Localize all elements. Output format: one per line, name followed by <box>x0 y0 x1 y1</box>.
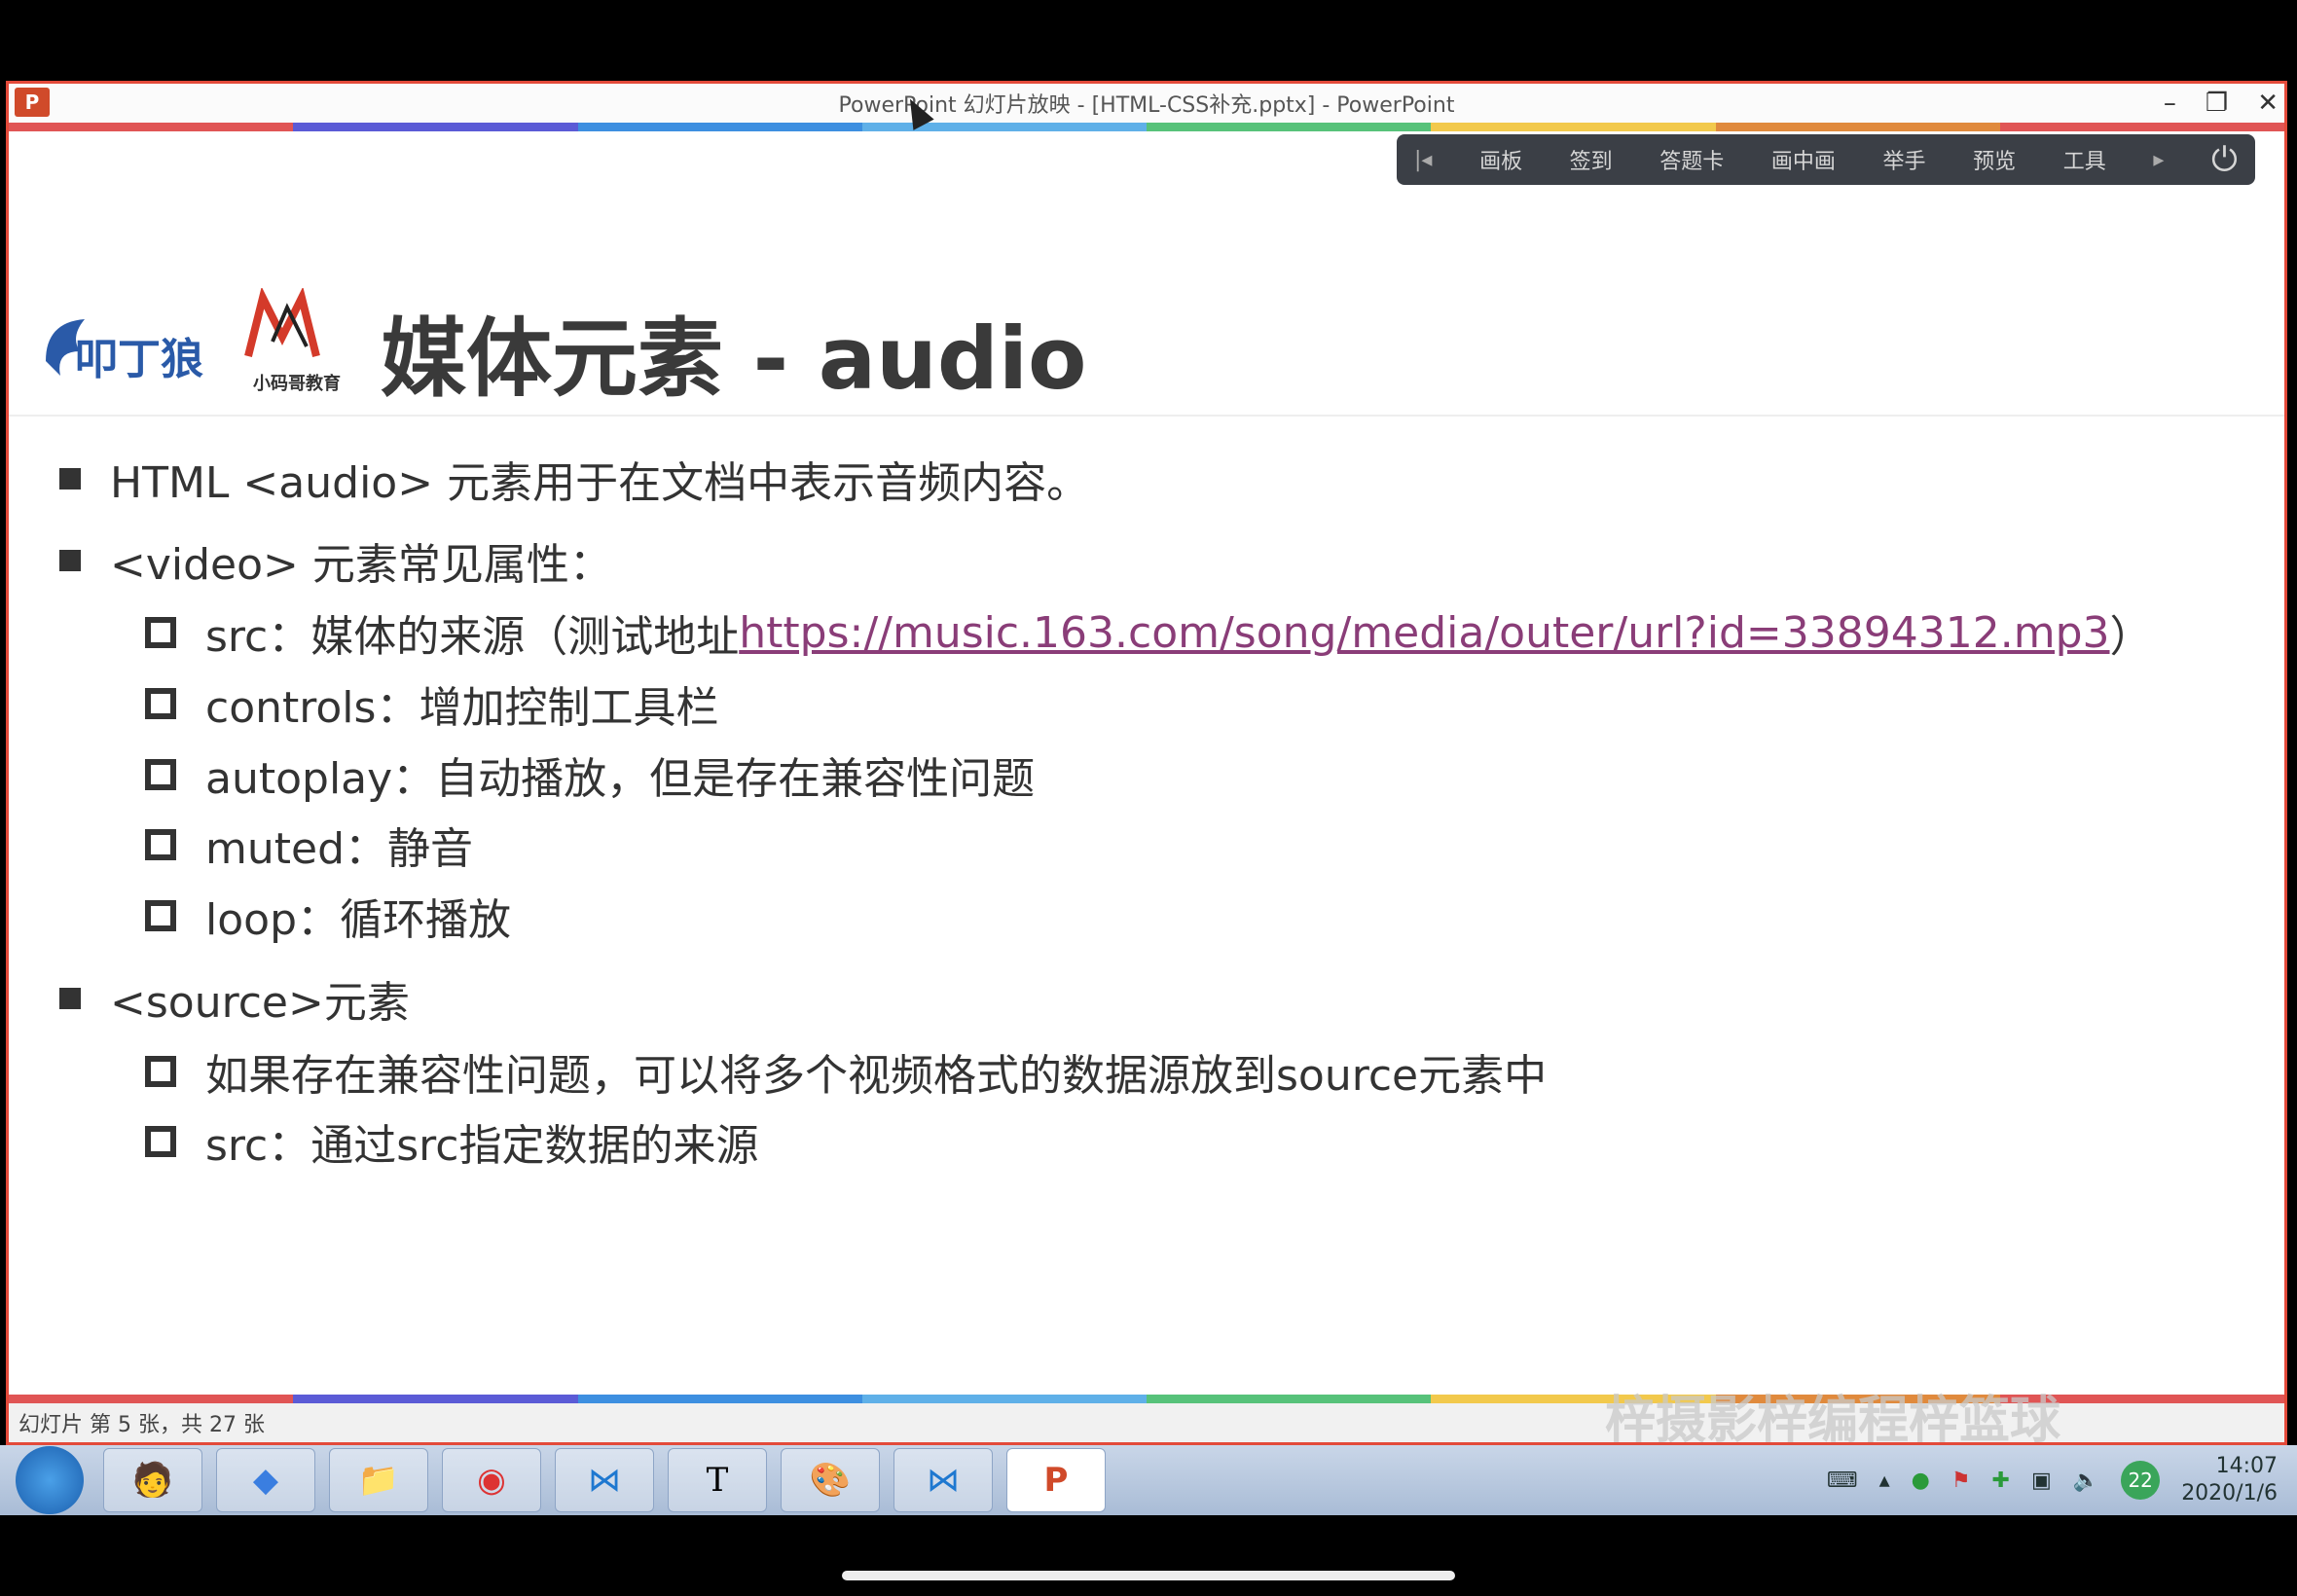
file-explorer-icon[interactable]: 📁 <box>329 1448 428 1512</box>
powerpoint-window: P PowerPoint 幻灯片放映 - [HTML-CSS补充.pptx] -… <box>6 81 2287 1445</box>
sub-bullet-controls: controls：增加控制工具栏 <box>145 672 718 735</box>
powerpoint-app-icon[interactable]: P <box>15 88 50 117</box>
bullet-text: HTML <audio> 元素用于在文档中表示音频内容。 <box>110 458 1090 508</box>
title-bar: P PowerPoint 幻灯片放映 - [HTML-CSS补充.pptx] -… <box>9 84 2284 123</box>
sub-bullet-text: 如果存在兼容性问题，可以将多个视频格式的数据源放到source元素中 <box>205 1051 1548 1101</box>
hollow-square-icon <box>145 1056 176 1087</box>
toolbar-item-answer-card[interactable]: 答题卡 <box>1659 144 1724 175</box>
toolbar-item-board[interactable]: 画板 <box>1479 144 1522 175</box>
hollow-square-icon <box>145 688 176 719</box>
sub-bullet-suffix: ） <box>2109 612 2153 662</box>
paint-icon[interactable]: 🎨 <box>781 1448 880 1512</box>
bullet-text: <source>元素 <box>110 978 410 1028</box>
taskbar: 🧑 ◆ 📁 ◉ ⋈ T 🎨 ⋈ P ⌨ ▴ ● ⚑ ✚ ▣ 🔈 22 14:07… <box>0 1445 2297 1515</box>
clock-time: 14:07 <box>2215 1454 2278 1478</box>
chrome-icon[interactable]: ◉ <box>442 1448 541 1512</box>
windows-start-button[interactable] <box>16 1446 84 1514</box>
typora-icon[interactable]: T <box>668 1448 767 1512</box>
toolbar-item-pip[interactable]: 画中画 <box>1771 144 1836 175</box>
user-avatar-icon[interactable]: 🧑 <box>103 1448 202 1512</box>
slide-title: 媒体元素 - audio <box>381 308 1087 409</box>
network-green-icon[interactable]: ● <box>1912 1469 1930 1493</box>
sub-bullet-text: controls：增加控制工具栏 <box>205 683 719 733</box>
close-button[interactable]: ✕ <box>2257 89 2279 118</box>
powerpoint-icon[interactable]: P <box>1006 1448 1106 1512</box>
svg-text:叩丁狼: 叩丁狼 <box>75 335 203 384</box>
bullet-square-icon <box>59 988 81 1009</box>
restore-button[interactable]: ❐ <box>2206 89 2228 118</box>
hollow-square-icon <box>145 617 176 648</box>
vscode-2-icon[interactable]: ⋈ <box>893 1448 993 1512</box>
display-icon[interactable]: ▣ <box>2031 1469 2052 1493</box>
company-logo: 叩丁狼 <box>46 319 203 384</box>
toolbar-item-checkin[interactable]: 签到 <box>1570 144 1613 175</box>
plus-icon[interactable]: ✚ <box>1992 1469 2010 1493</box>
hollow-square-icon <box>145 759 176 790</box>
power-icon[interactable]: ⏻ <box>2211 140 2238 179</box>
hollow-square-icon <box>145 1126 176 1157</box>
sub-bullet-prefix: src：媒体的来源（测试地址 <box>205 612 740 662</box>
sub-bullet-text: autoplay：自动播放，但是存在兼容性问题 <box>205 754 1036 804</box>
bullet-source: <source>元素 <box>59 967 410 1030</box>
top-color-strip <box>9 123 2284 131</box>
app-launcher-icon[interactable]: ◆ <box>216 1448 315 1512</box>
keyboard-icon[interactable]: ⌨ <box>1827 1469 1858 1493</box>
minimize-button[interactable]: – <box>2164 89 2176 118</box>
sub-bullet-autoplay: autoplay：自动播放，但是存在兼容性问题 <box>145 744 1035 806</box>
bullet-square-icon <box>59 550 81 571</box>
flag-icon[interactable]: ⚑ <box>1951 1469 1971 1493</box>
status-bar: 幻灯片 第 5 张，共 27 张 梓摄影梓编程梓篮球 <box>9 1392 2284 1442</box>
sub-bullet-compat: 如果存在兼容性问题，可以将多个视频格式的数据源放到source元素中 <box>145 1040 1547 1103</box>
slide-counter: 幻灯片 第 5 张，共 27 张 <box>18 1413 265 1437</box>
window-controls: – ❐ ✕ <box>2164 84 2279 123</box>
bullet-square-icon <box>59 468 81 490</box>
classroom-toolbar: |◂ 画板 签到 答题卡 画中画 举手 预览 工具 ▸ ⏻ <box>1397 134 2255 185</box>
sub-bullet-src: src：媒体的来源（测试地址 https://music.163.com/song… <box>145 601 2153 664</box>
logo-caption: 小码哥教育 <box>253 374 341 394</box>
prev-slide-icon[interactable]: |◂ <box>1414 148 1432 172</box>
test-url-link[interactable]: https://music.163.com/song/media/outer/u… <box>739 608 2109 658</box>
sub-bullet-muted: muted：静音 <box>145 814 473 876</box>
xiaomage-logo: 小码哥教育 <box>229 286 365 395</box>
next-slide-icon[interactable]: ▸ <box>2153 148 2164 172</box>
vscode-icon[interactable]: ⋈ <box>555 1448 654 1512</box>
tray-expand-icon[interactable]: ▴ <box>1879 1469 1890 1493</box>
system-tray: ⌨ ▴ ● ⚑ ✚ ▣ 🔈 22 14:07 2020/1/6 <box>1827 1445 2278 1515</box>
sub-bullet-text: src：通过src指定数据的来源 <box>205 1121 759 1171</box>
sub-bullet-loop: loop：循环播放 <box>145 885 511 947</box>
bullet-video-attrs: <video> 元素常见属性： <box>59 529 612 592</box>
sub-bullet-source-src: src：通过src指定数据的来源 <box>145 1110 758 1173</box>
toolbar-item-tools[interactable]: 工具 <box>2063 144 2106 175</box>
sub-bullet-text: loop：循环播放 <box>205 895 511 945</box>
clock-date: 2020/1/6 <box>2181 1481 2278 1505</box>
toolbar-item-preview[interactable]: 预览 <box>1973 144 2016 175</box>
bullet-audio: HTML <audio> 元素用于在文档中表示音频内容。 <box>59 448 1089 510</box>
home-indicator[interactable] <box>842 1571 1455 1580</box>
toolbar-item-raise-hand[interactable]: 举手 <box>1883 144 1926 175</box>
watermark: 梓摄影梓编程梓篮球 <box>1604 1392 2060 1445</box>
clock[interactable]: 14:07 2020/1/6 <box>2181 1453 2278 1507</box>
sub-bullet-text: muted：静音 <box>205 824 473 874</box>
hollow-square-icon <box>145 829 176 860</box>
tray-badge[interactable]: 22 <box>2121 1461 2161 1500</box>
bullet-text: <video> 元素常见属性： <box>110 540 612 590</box>
volume-icon[interactable]: 🔈 <box>2073 1469 2099 1493</box>
hollow-square-icon <box>145 900 176 931</box>
slide-header: 叩丁狼 小码哥教育 媒体元素 - audio <box>9 200 2284 417</box>
